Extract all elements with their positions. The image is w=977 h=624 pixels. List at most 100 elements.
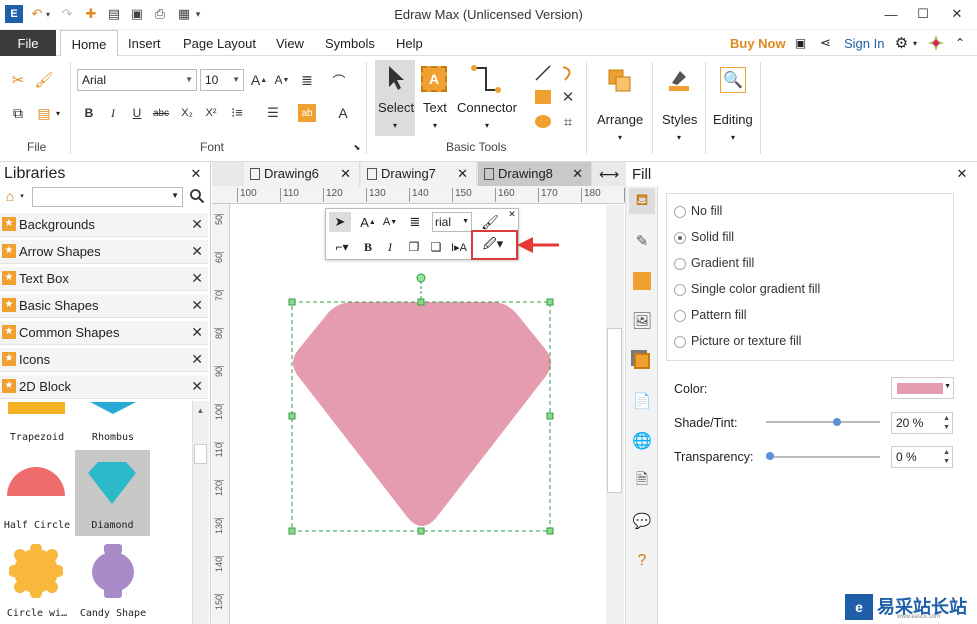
library-category-icons[interactable]: ★ Icons ✕: [0, 348, 208, 372]
close-icon[interactable]: ✕: [191, 243, 203, 260]
color-picker[interactable]: ▼: [891, 377, 954, 399]
resize-handle[interactable]: [546, 527, 554, 535]
format-painter-icon[interactable]: ✂: [8, 70, 28, 90]
settings-icon[interactable]: ⚙: [893, 34, 910, 52]
paste-dropdown-icon[interactable]: ▾: [54, 108, 62, 118]
fill-option-single-color-gradient[interactable]: Single color gradient fill: [674, 282, 974, 302]
text-tool-icon[interactable]: A: [421, 66, 447, 92]
note-tab-icon[interactable]: 🗎: [629, 468, 655, 494]
mini-font-select[interactable]: rial ▼: [432, 212, 472, 232]
paste-icon[interactable]: ▤: [34, 103, 54, 123]
tab-view[interactable]: View: [276, 36, 304, 51]
list-icon[interactable]: ⁝≡: [228, 104, 246, 122]
shrink-font-icon[interactable]: A ▼: [273, 71, 291, 89]
tab-help[interactable]: Help: [396, 36, 423, 51]
minimize-icon[interactable]: —: [876, 4, 906, 24]
mini-shrink-font-icon[interactable]: A ▼: [380, 212, 400, 232]
connector-tool-label[interactable]: Connector: [457, 100, 517, 115]
library-scrollbar[interactable]: [192, 401, 209, 624]
library-category-common-shapes[interactable]: ★ Common Shapes ✕: [0, 321, 208, 345]
mini-grow-font-icon[interactable]: A ▲: [358, 212, 378, 232]
radio-button[interactable]: [674, 258, 686, 270]
library-search-input[interactable]: ▼: [32, 187, 183, 207]
settings-dropdown-icon[interactable]: ▾: [911, 38, 919, 48]
mini-fill-icon[interactable]: 🖉▾: [478, 236, 508, 256]
tab-home[interactable]: Home: [60, 30, 118, 57]
resize-handle[interactable]: [288, 298, 296, 306]
radio-button[interactable]: [674, 336, 686, 348]
resize-handle[interactable]: [417, 298, 425, 306]
arrange-icon[interactable]: [607, 68, 633, 94]
subscript-icon[interactable]: X₂: [178, 104, 196, 122]
font-size-select[interactable]: 10 ▼: [200, 69, 244, 91]
crop-tool-icon[interactable]: ⌗: [559, 113, 577, 131]
brush-icon[interactable]: 🖌: [34, 70, 54, 90]
fill-option-no-fill[interactable]: No fill: [674, 204, 974, 224]
transparency-slider-thumb[interactable]: [766, 452, 774, 460]
resize-handle[interactable]: [288, 527, 296, 535]
resize-handle[interactable]: [417, 527, 425, 535]
editing-icon[interactable]: 🔍: [720, 67, 746, 93]
bullet-icon[interactable]: ☰: [264, 104, 282, 122]
document-tab-drawing7[interactable]: Drawing7 ✕: [361, 162, 477, 186]
fill-panel-close-icon[interactable]: ✕: [955, 166, 969, 181]
mini-close-icon[interactable]: ✕: [507, 209, 517, 219]
fill-option-pattern-fill[interactable]: Pattern fill: [674, 308, 974, 328]
library-home-dropdown-icon[interactable]: ▾: [18, 191, 26, 201]
editing-dropdown-icon[interactable]: ▾: [728, 132, 738, 142]
shape-diamond[interactable]: Diamond: [75, 450, 150, 536]
library-category-backgrounds[interactable]: ★ Backgrounds ✕: [0, 213, 208, 237]
page-tab-icon[interactable]: 📄: [629, 388, 655, 414]
underline-icon[interactable]: U: [128, 104, 146, 122]
styles-icon[interactable]: [666, 68, 692, 94]
buy-now-link[interactable]: Buy Now: [730, 36, 786, 51]
comment-tab-icon[interactable]: 💬: [629, 508, 655, 534]
arc-tool-icon[interactable]: [559, 64, 577, 82]
fill-tab-icon[interactable]: ⛾: [629, 188, 655, 214]
document-tab-drawing8[interactable]: Drawing8 ✕: [478, 162, 592, 186]
line-spacing-icon[interactable]: ⌒: [330, 71, 348, 89]
superscript-icon[interactable]: X²: [202, 104, 220, 122]
ribbon-collapse-icon[interactable]: ⌃: [952, 35, 968, 51]
close-tab-icon[interactable]: ✕: [340, 166, 351, 182]
mini-send-back-icon[interactable]: ❏: [426, 237, 446, 257]
connector-dropdown-icon[interactable]: ▾: [482, 120, 492, 130]
shade-tint-slider-thumb[interactable]: [832, 418, 841, 426]
libraries-close-icon[interactable]: ✕: [189, 166, 203, 181]
library-scrollbar-thumb[interactable]: [194, 444, 207, 464]
library-category-arrow-shapes[interactable]: ★ Arrow Shapes ✕: [0, 240, 208, 264]
tab-symbols[interactable]: Symbols: [325, 36, 375, 51]
strikethrough-icon[interactable]: abc: [152, 104, 170, 122]
shape-rhombus[interactable]: Rhombus: [76, 400, 150, 448]
image-tab-icon[interactable]: 🖼: [629, 308, 655, 334]
mini-format-painter-icon[interactable]: 🖌: [480, 212, 500, 232]
radio-button[interactable]: [674, 284, 686, 296]
mini-pointer-icon[interactable]: ➤: [329, 212, 351, 232]
text-dropdown-icon[interactable]: ▾: [430, 120, 440, 130]
font-color-icon[interactable]: A: [334, 104, 352, 122]
close-tab-icon[interactable]: ✕: [572, 166, 583, 182]
font-dialog-launcher-icon[interactable]: ⬊: [352, 142, 362, 152]
shape-circle-with-wave[interactable]: Circle wi…: [0, 540, 74, 624]
mini-align-icon[interactable]: ≣: [404, 212, 426, 232]
tab-insert[interactable]: Insert: [128, 36, 161, 51]
mini-italic-icon[interactable]: I: [382, 237, 398, 257]
radio-button-selected[interactable]: [674, 232, 686, 244]
mini-bold-icon[interactable]: B: [360, 237, 376, 257]
library-category-2d-block[interactable]: ★ 2D Block ✕: [0, 375, 208, 399]
mini-connector-icon[interactable]: ⌐▾: [330, 237, 354, 257]
library-category-basic-shapes[interactable]: ★ Basic Shapes ✕: [0, 294, 208, 318]
arrange-label[interactable]: Arrange: [597, 112, 643, 127]
grow-font-icon[interactable]: A ▲: [250, 71, 268, 89]
close-icon[interactable]: ✕: [191, 324, 203, 341]
arrange-dropdown-icon[interactable]: ▾: [615, 132, 625, 142]
font-name-select[interactable]: Arial ▼: [77, 69, 197, 91]
mini-bring-front-icon[interactable]: ❐: [404, 237, 424, 257]
connector-tool-icon[interactable]: [470, 62, 502, 96]
fill-option-solid-fill[interactable]: Solid fill: [674, 230, 974, 250]
close-icon[interactable]: ✕: [191, 378, 203, 395]
radio-button[interactable]: [674, 310, 686, 322]
shape-trapezoid[interactable]: Trapezoid: [0, 400, 74, 448]
close-tab-icon[interactable]: ✕: [457, 166, 468, 182]
file-menu[interactable]: File: [0, 30, 56, 56]
